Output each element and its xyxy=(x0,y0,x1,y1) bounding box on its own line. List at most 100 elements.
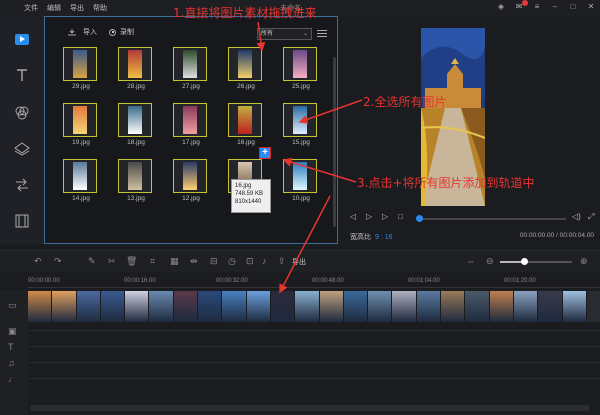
zoom-in-icon[interactable]: ⊕ xyxy=(580,256,588,267)
fit-icon[interactable]: ⇔ xyxy=(466,256,475,266)
menu-export[interactable]: 导出 xyxy=(70,3,84,13)
export-button[interactable]: 导出 xyxy=(292,257,306,267)
filter-select[interactable]: 所有 ⌄ xyxy=(257,28,312,40)
record-option[interactable]: 录制 xyxy=(109,27,134,37)
timeline-clip[interactable] xyxy=(198,291,223,322)
menu-file[interactable]: 文件 xyxy=(24,3,38,13)
timeline-clip[interactable] xyxy=(295,291,320,322)
aspect-ratio: 宽高比 9 : 16 xyxy=(350,232,393,242)
media-thumbnail[interactable]: 25.jpg xyxy=(275,47,325,95)
notification-icon[interactable]: ✉ xyxy=(514,0,528,12)
timeline-clip[interactable] xyxy=(562,291,587,322)
close-icon[interactable]: ✕ xyxy=(586,2,596,12)
media-tab[interactable] xyxy=(0,24,44,54)
cut-icon[interactable]: ✂ xyxy=(108,256,116,267)
timeline-clip[interactable] xyxy=(319,291,344,322)
mic-icon[interactable]: ♪ xyxy=(262,256,267,266)
cart-icon[interactable]: ◈ xyxy=(496,2,506,12)
undo-icon[interactable]: ↶ xyxy=(34,256,42,267)
filter-tab[interactable] xyxy=(0,98,44,128)
timeline-clip[interactable] xyxy=(246,291,271,322)
media-thumbnail[interactable]: 19.jpg xyxy=(55,103,107,151)
minimize-icon[interactable]: – xyxy=(550,2,560,12)
voice-track-icon[interactable]: ♩ xyxy=(8,374,17,384)
fullscreen-icon[interactable]: ⤢ xyxy=(588,212,594,222)
import-option[interactable]: 导入 xyxy=(67,27,97,37)
redo-icon[interactable]: ↷ xyxy=(54,256,62,267)
timeline-clip[interactable] xyxy=(513,291,539,322)
thumbnail-label: 25.jpg xyxy=(292,83,310,90)
media-thumbnail[interactable]: 16.jpg xyxy=(220,103,272,151)
overlay-tab[interactable] xyxy=(0,134,44,164)
aspect-value[interactable]: 9 : 16 xyxy=(375,234,393,241)
thumbnail-label: 18.jpg xyxy=(127,139,145,146)
music-track-icon[interactable]: ♫ xyxy=(8,358,15,368)
transition-tab[interactable] xyxy=(0,170,44,200)
timeline-clip[interactable] xyxy=(343,291,369,322)
text-tab[interactable] xyxy=(0,60,44,90)
next-frame-icon[interactable]: ▷ xyxy=(382,212,388,221)
media-thumbnail[interactable]: 13.jpg xyxy=(110,159,162,207)
video-track-icon[interactable]: ▭ xyxy=(8,300,17,311)
media-scrollbar[interactable] xyxy=(333,57,336,227)
timeline-clip[interactable] xyxy=(125,291,150,322)
timeline-clip[interactable] xyxy=(392,291,417,322)
timeline-clip[interactable] xyxy=(416,291,442,322)
prev-frame-icon[interactable]: ◁ xyxy=(350,212,356,221)
zoom-knob[interactable] xyxy=(521,258,528,265)
speed-icon[interactable]: ◷ xyxy=(228,256,236,267)
media-thumbnail[interactable]: 18.jpg xyxy=(110,103,162,151)
duration-icon[interactable]: ⊡ xyxy=(246,256,254,267)
video-track[interactable] xyxy=(28,291,600,322)
mosaic-icon[interactable]: ▦ xyxy=(170,256,179,267)
timeline-clip[interactable] xyxy=(368,291,393,322)
preview-playhead[interactable] xyxy=(416,215,423,222)
thumbnail-frame xyxy=(118,47,152,81)
maximize-icon[interactable]: □ xyxy=(568,2,578,12)
split-icon[interactable]: ⇹ xyxy=(190,256,198,267)
timeline-clip[interactable] xyxy=(100,291,126,322)
media-thumbnail[interactable]: 14.jpg xyxy=(55,159,107,207)
timeline-clip[interactable] xyxy=(538,291,563,322)
media-thumbnail[interactable]: 28.jpg xyxy=(110,47,162,95)
play-icon[interactable]: ▷ xyxy=(366,212,372,221)
film-tab[interactable] xyxy=(0,206,44,236)
timeline-clip[interactable] xyxy=(270,291,296,322)
list-view-icon[interactable] xyxy=(317,28,327,38)
timeline-clip[interactable] xyxy=(465,291,490,322)
record-radio[interactable] xyxy=(109,28,116,36)
timeline-scrollbar[interactable] xyxy=(30,405,590,411)
media-thumbnail[interactable]: 29.jpg xyxy=(55,47,107,95)
timeline-clip[interactable] xyxy=(52,291,77,322)
delete-icon[interactable]: 🗑 xyxy=(126,256,137,267)
zoom-out-icon[interactable]: ⊖ xyxy=(486,256,494,267)
timeline-clip[interactable] xyxy=(441,291,466,322)
media-thumbnail[interactable]: 10.jpg xyxy=(275,159,325,207)
media-thumbnail[interactable]: 17.jpg xyxy=(165,103,217,151)
media-thumbnail[interactable]: 26.jpg xyxy=(220,47,272,95)
preview-progress[interactable] xyxy=(420,218,566,220)
timeline-clip[interactable] xyxy=(76,291,101,322)
menu-edit[interactable]: 编辑 xyxy=(47,3,61,13)
timeline-clip[interactable] xyxy=(173,291,199,322)
media-thumbnail[interactable]: 15.jpg xyxy=(275,103,325,151)
volume-icon[interactable]: ◁) xyxy=(572,212,581,221)
timeline-clip[interactable] xyxy=(149,291,174,322)
export-icon[interactable]: ⇪ xyxy=(278,256,286,267)
timeline-clip[interactable] xyxy=(222,291,247,322)
annotation-step1: 1.直接将图片素材拖拽进来 xyxy=(173,6,317,20)
text-track-icon[interactable]: T xyxy=(8,342,14,352)
media-thumbnail[interactable]: 12.jpg xyxy=(165,159,217,207)
timeline-ruler[interactable]: 00:00:00.00 00:00:16.00 00:00:32.00 00:0… xyxy=(28,274,600,290)
timeline-clip[interactable] xyxy=(489,291,514,322)
add-to-track-button[interactable]: + xyxy=(259,147,271,159)
stop-icon[interactable]: □ xyxy=(398,212,403,221)
edit-icon[interactable]: ✎ xyxy=(88,256,96,267)
timeline-clip[interactable] xyxy=(28,291,53,322)
media-thumbnail[interactable]: 27.jpg xyxy=(165,47,217,95)
image-track-icon[interactable]: ▣ xyxy=(8,326,17,337)
settings-icon[interactable]: ≡ xyxy=(532,2,542,12)
crop-icon[interactable]: ⌗ xyxy=(150,256,155,267)
freeze-icon[interactable]: ⊟ xyxy=(210,256,218,267)
menu-help[interactable]: 帮助 xyxy=(93,3,107,13)
